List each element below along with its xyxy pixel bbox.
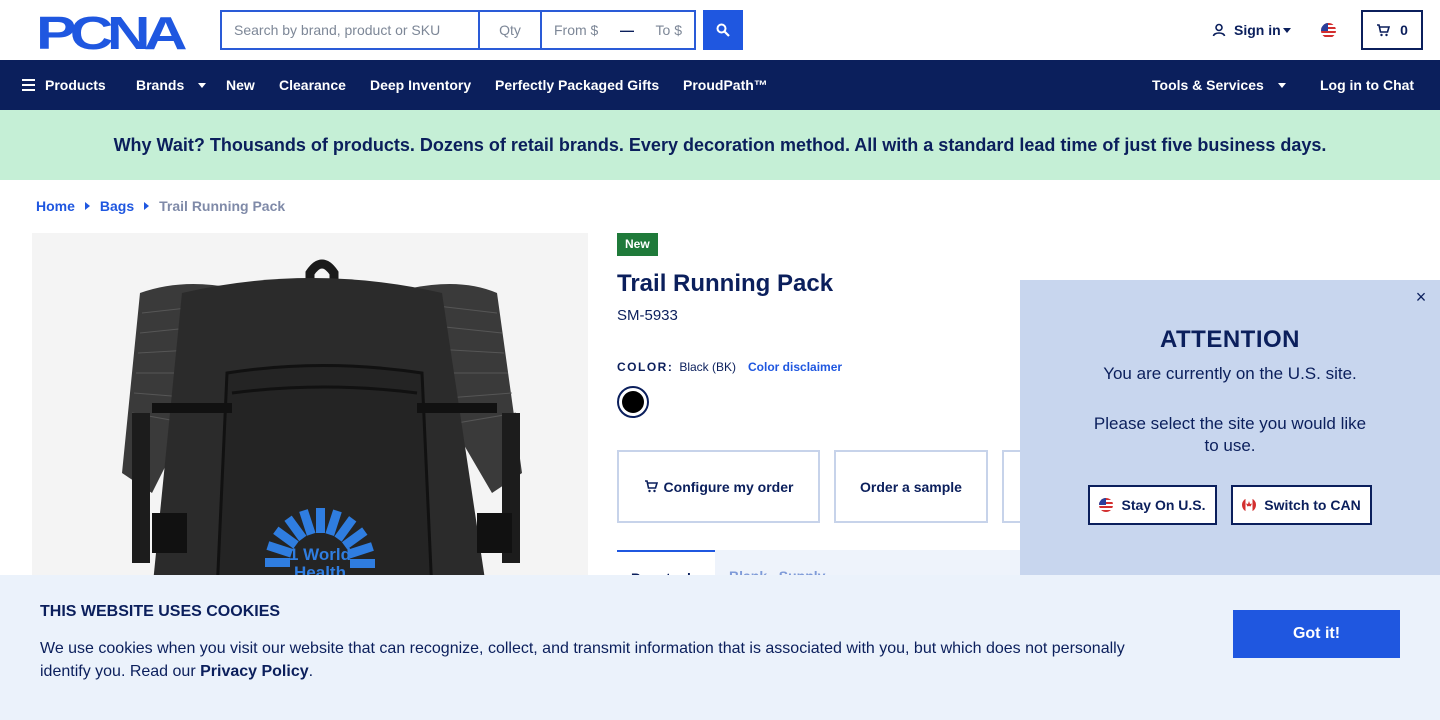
cookie-text: We use cookies when you visit our websit…: [40, 637, 1150, 683]
price-to-input[interactable]: To $: [656, 22, 682, 38]
nav-deep-inventory[interactable]: Deep Inventory: [370, 77, 471, 93]
order-sample-label: Order a sample: [860, 478, 962, 495]
caret-right-icon: [84, 202, 90, 210]
us-flag-icon: [1099, 498, 1114, 512]
sign-in-label: Sign in: [1234, 22, 1281, 38]
nav-packaged-gifts-label: Perfectly Packaged Gifts: [495, 77, 660, 93]
nav-brands-label: Brands: [136, 77, 185, 93]
search-input[interactable]: Search by brand, product or SKU: [220, 10, 478, 50]
top-header: PCNA Search by brand, product or SKU Qty…: [0, 0, 1440, 60]
color-disclaimer-link[interactable]: Color disclaimer: [748, 360, 842, 374]
color-swatch-black[interactable]: [617, 386, 649, 418]
price-range-dash: —: [619, 22, 634, 38]
search-button[interactable]: [703, 10, 743, 50]
switch-can-button[interactable]: Switch to CAN: [1231, 485, 1372, 525]
product-image[interactable]: 1 World Health: [32, 233, 588, 593]
nav-chat-login[interactable]: Log in to Chat: [1320, 77, 1414, 93]
breadcrumb-current: Trail Running Pack: [159, 198, 286, 214]
nav-tools-services[interactable]: Tools & Services: [1152, 77, 1286, 93]
cart-button[interactable]: 0: [1361, 10, 1423, 50]
promo-banner: Why Wait? Thousands of products. Dozens …: [0, 110, 1440, 180]
search-icon: [716, 23, 730, 37]
cookie-title: THIS WEBSITE USES COOKIES: [40, 603, 281, 620]
chevron-down-icon: [1277, 82, 1286, 88]
configure-order-label: Configure my order: [663, 478, 794, 495]
pcna-logo[interactable]: PCNA: [36, 7, 191, 59]
cart-count: 0: [1400, 22, 1408, 38]
breadcrumb-bags[interactable]: Bags: [100, 198, 134, 214]
cookie-banner: THIS WEBSITE USES COOKIES We use cookies…: [0, 575, 1440, 720]
search-bar: Search by brand, product or SKU Qty From…: [220, 10, 696, 50]
canada-flag-icon: [1242, 498, 1257, 512]
nav-new-label: New: [226, 77, 255, 93]
swatch-fill: [622, 391, 644, 413]
region-attention-popup: × ATTENTION You are currently on the U.S…: [1020, 280, 1440, 580]
new-badge: New: [617, 233, 658, 256]
chevron-down-icon: [198, 82, 207, 88]
nav-clearance[interactable]: Clearance: [279, 77, 346, 93]
attention-current-site: You are currently on the U.S. site.: [1103, 364, 1357, 383]
us-flag-icon[interactable]: [1321, 23, 1336, 38]
accept-cookies-button[interactable]: Got it!: [1233, 610, 1400, 658]
cart-icon: [1377, 23, 1391, 36]
order-sample-button[interactable]: Order a sample: [834, 450, 988, 523]
privacy-policy-link[interactable]: Privacy Policy: [200, 663, 309, 680]
nav-deep-inventory-label: Deep Inventory: [370, 77, 472, 93]
chevron-down-icon: [1282, 27, 1291, 33]
nav-clearance-label: Clearance: [279, 77, 346, 93]
color-value: Black (BK): [679, 360, 737, 374]
stay-us-button[interactable]: Stay On U.S.: [1088, 485, 1217, 525]
close-icon[interactable]: ×: [1412, 288, 1430, 306]
breadcrumb-home[interactable]: Home: [36, 198, 75, 214]
nav-new[interactable]: New: [226, 77, 255, 93]
nav-tools-label: Tools & Services: [1152, 77, 1264, 93]
color-row: COLOR: Black (BK) Color disclaimer: [617, 360, 842, 374]
stay-us-label: Stay On U.S.: [1121, 497, 1206, 513]
user-icon: [1212, 23, 1226, 37]
nav-packaged-gifts[interactable]: Perfectly Packaged Gifts: [495, 77, 659, 93]
attention-title: ATTENTION: [1159, 326, 1301, 353]
nav-proudpath[interactable]: ProudPath™: [683, 77, 768, 93]
caret-right-icon: [144, 202, 150, 210]
hamburger-icon: [22, 79, 35, 91]
cookie-period: .: [308, 663, 314, 680]
cart-icon: [644, 480, 658, 493]
imprint-text-1: 1 World: [289, 545, 351, 564]
nav-products-label: Products: [45, 77, 106, 93]
nav-brands[interactable]: Brands: [136, 77, 207, 93]
backpack-illustration: 1 World Health: [122, 259, 522, 593]
product-title: Trail Running Pack: [617, 270, 834, 297]
breadcrumb: Home Bags Trail Running Pack: [36, 198, 285, 214]
qty-input[interactable]: Qty: [478, 10, 540, 50]
price-from-input[interactable]: From $: [554, 22, 598, 38]
price-range: From $ — To $: [540, 10, 696, 50]
color-label: COLOR:: [617, 360, 674, 374]
configure-order-button[interactable]: Configure my order: [617, 450, 820, 523]
nav-proudpath-label: ProudPath™: [683, 77, 768, 93]
product-sku: SM-5933: [617, 307, 678, 324]
sign-in-button[interactable]: Sign in: [1212, 22, 1291, 38]
nav-chat-label: Log in to Chat: [1320, 77, 1415, 93]
logo-text: PCNA: [36, 12, 186, 50]
promo-text: Why Wait? Thousands of products. Dozens …: [113, 134, 1327, 155]
attention-instruction: Please select the site you would like to…: [1093, 414, 1367, 455]
main-nav: Products Brands New Clearance Deep Inven…: [0, 60, 1440, 110]
nav-products[interactable]: Products: [22, 77, 106, 93]
switch-can-label: Switch to CAN: [1264, 497, 1361, 513]
